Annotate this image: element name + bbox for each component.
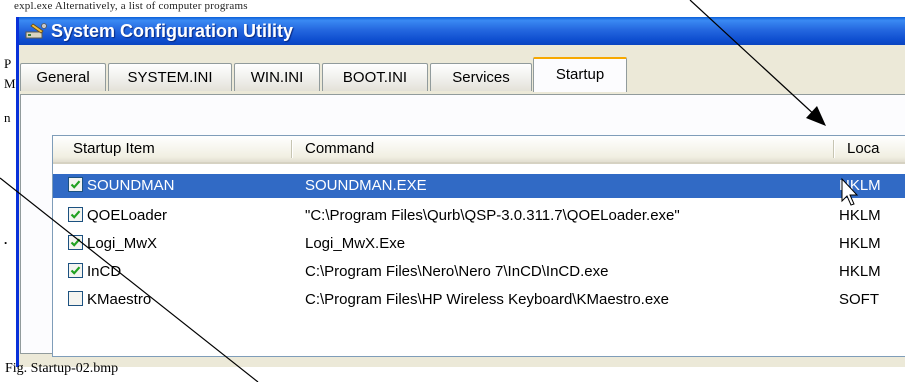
background-fragment: .	[4, 232, 8, 247]
table-row[interactable]: Logi_MwX Logi_MwX.Exe HKLM	[53, 232, 905, 256]
checkmark-icon	[70, 180, 81, 189]
enable-checkbox[interactable]	[68, 235, 83, 250]
startup-item-command: SOUNDMAN.EXE	[305, 177, 427, 194]
startup-items-list[interactable]: Startup Item Command Loca SOUNDMAN SOUND…	[52, 135, 905, 357]
tab-general[interactable]: General	[20, 63, 106, 91]
column-separator[interactable]	[291, 140, 292, 158]
startup-item-command: "C:\Program Files\Qurb\QSP-3.0.311.7\QOE…	[305, 207, 680, 224]
tab-win-ini[interactable]: WIN.INI	[234, 63, 320, 91]
checkmark-icon	[70, 238, 81, 247]
background-fragment: n	[4, 110, 11, 125]
tab-startup[interactable]: Startup	[533, 57, 627, 92]
startup-item-location: HKLM	[839, 177, 881, 194]
list-header: Startup Item Command Loca	[53, 136, 905, 164]
startup-item-command: Logi_MwX.Exe	[305, 235, 406, 252]
checkmark-icon	[70, 210, 81, 219]
figure-caption: Fig. Startup-02.bmp	[5, 361, 119, 376]
checkmark-icon	[70, 266, 81, 275]
table-row[interactable]: SOUNDMAN SOUNDMAN.EXE HKLM	[53, 174, 905, 198]
startup-item-location: SOFT	[839, 291, 879, 308]
column-header-location[interactable]: Loca	[847, 136, 880, 162]
background-fragment: M	[4, 76, 16, 91]
enable-checkbox[interactable]	[68, 207, 83, 222]
startup-item-name: InCD	[87, 263, 122, 280]
enable-checkbox[interactable]	[68, 263, 83, 278]
table-row[interactable]: InCD C:\Program Files\Nero\Nero 7\InCD\I…	[53, 260, 905, 284]
startup-item-name: SOUNDMAN	[87, 177, 175, 194]
startup-item-name: Logi_MwX	[87, 235, 158, 252]
background-document-text: expl.exe Alternatively, a list of comput…	[14, 0, 248, 12]
column-separator[interactable]	[833, 140, 834, 158]
enable-checkbox[interactable]	[68, 291, 83, 306]
tab-services[interactable]: Services	[430, 63, 532, 91]
column-header-startup-item[interactable]: Startup Item	[73, 136, 155, 162]
background-fragment: P	[4, 56, 12, 71]
column-header-command[interactable]: Command	[305, 136, 374, 162]
startup-item-command: C:\Program Files\Nero\Nero 7\InCD\InCD.e…	[305, 263, 609, 280]
startup-item-name: QOELoader	[87, 207, 168, 224]
startup-item-command: C:\Program Files\HP Wireless Keyboard\KM…	[305, 291, 670, 308]
msconfig-app-icon	[25, 23, 47, 39]
startup-item-location: HKLM	[839, 207, 881, 224]
startup-item-location: HKLM	[839, 263, 881, 280]
tab-system-ini[interactable]: SYSTEM.INI	[108, 63, 232, 91]
table-row[interactable]: KMaestro C:\Program Files\HP Wireless Ke…	[53, 288, 905, 312]
tab-boot-ini[interactable]: BOOT.INI	[322, 63, 428, 91]
table-row[interactable]: QOELoader "C:\Program Files\Qurb\QSP-3.0…	[53, 204, 905, 228]
startup-item-name: KMaestro	[87, 291, 152, 308]
startup-item-location: HKLM	[839, 235, 881, 252]
enable-checkbox[interactable]	[68, 177, 83, 192]
window-title: System Configuration Utility	[51, 21, 294, 41]
title-bar[interactable]: System Configuration Utility	[19, 17, 905, 45]
